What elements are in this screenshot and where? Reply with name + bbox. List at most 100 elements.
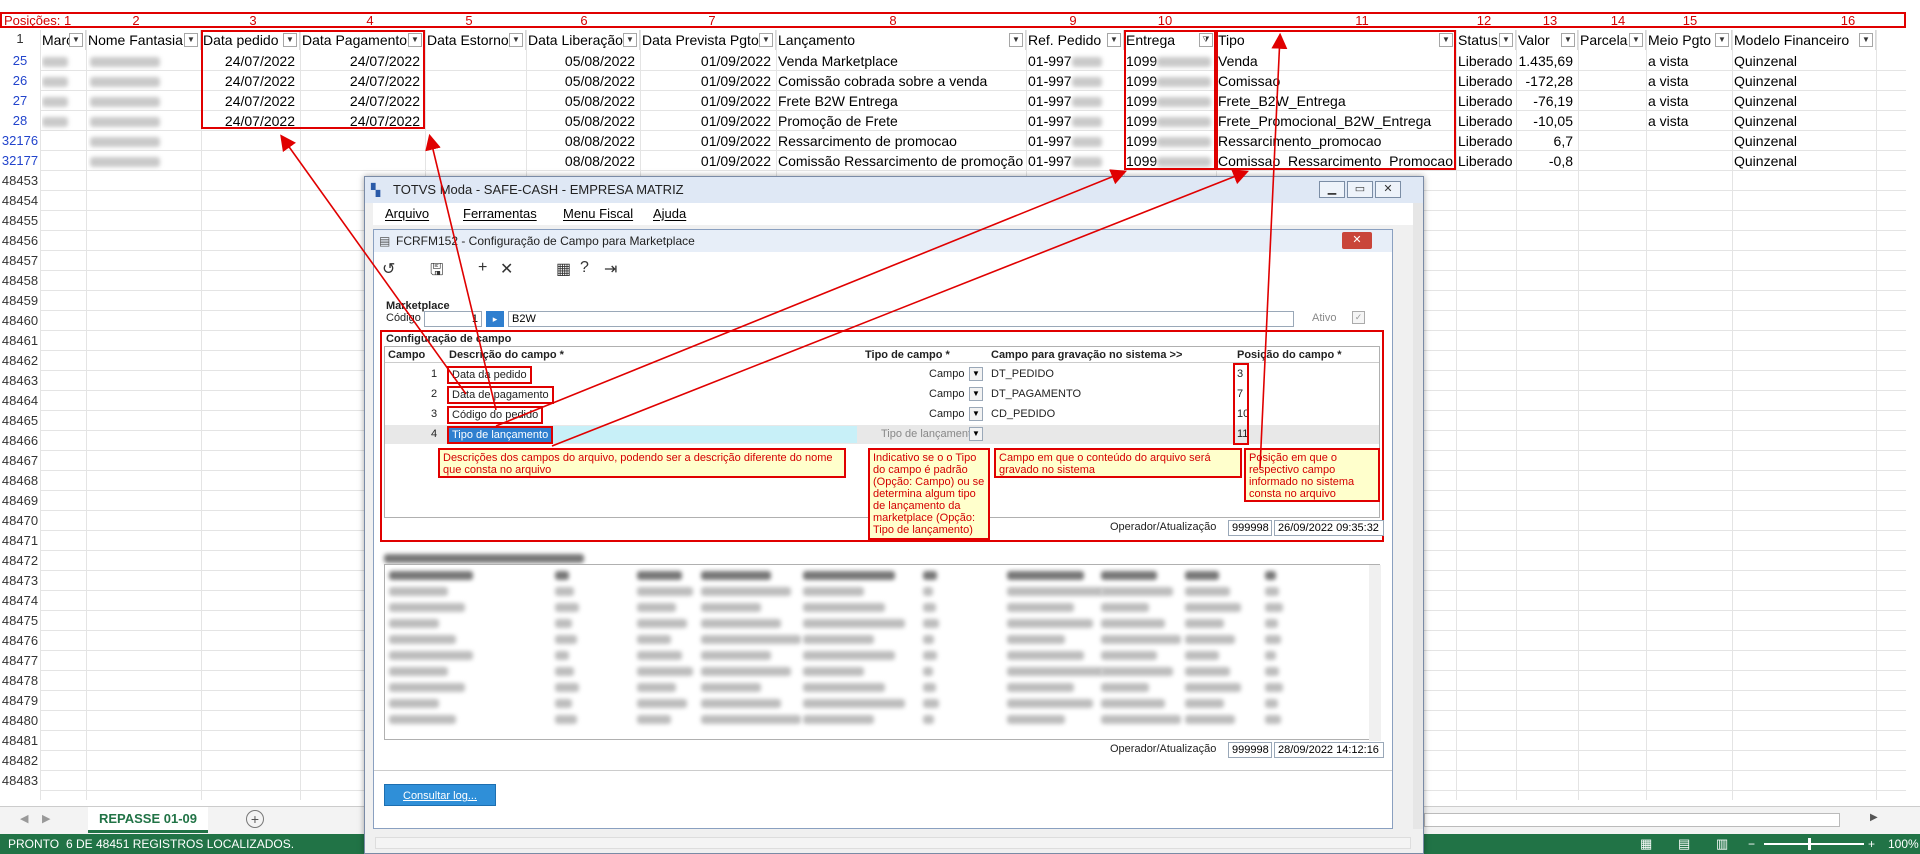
table-cell[interactable] (427, 91, 524, 111)
menu-arquivo[interactable]: Arquivo (385, 203, 429, 225)
filter-dropdown-icon[interactable]: ▼ (1561, 33, 1575, 47)
table-cell[interactable]: 05/08/2022 (528, 71, 638, 91)
lookup-button[interactable]: ▸ (486, 311, 504, 327)
minimize-button[interactable]: ▁ (1319, 181, 1345, 198)
filter-dropdown-icon[interactable]: ▼ (1009, 33, 1023, 47)
table-cell[interactable] (88, 131, 199, 151)
config-gravacao[interactable]: DT_PEDIDO (991, 368, 1054, 380)
table-cell[interactable]: 1.435,69 (1518, 51, 1576, 71)
normal-view-icon[interactable]: ▦ (1640, 834, 1652, 854)
undo-icon[interactable]: ↺ (382, 259, 395, 279)
filter-dropdown-icon[interactable]: ▼ (69, 33, 83, 47)
add-icon[interactable]: + (478, 259, 487, 277)
filter-dropdown-icon[interactable]: ▼ (623, 33, 637, 47)
config-descricao[interactable]: Código do pedido (447, 406, 544, 424)
table-cell[interactable]: Frete B2W Entrega (778, 91, 1024, 111)
table-cell[interactable] (203, 151, 298, 171)
table-cell[interactable]: Liberado (1458, 111, 1514, 131)
table-cell[interactable] (427, 151, 524, 171)
table-cell[interactable] (302, 131, 423, 151)
save-icon[interactable]: 🖫 (430, 259, 444, 286)
menu-ajuda[interactable]: Ajuda (653, 203, 686, 225)
table-cell[interactable] (42, 151, 84, 171)
table-cell[interactable]: Comissão Ressarcimento de promoção (778, 151, 1024, 171)
config-tipo[interactable]: Campo (929, 388, 964, 400)
scroll-right-icon[interactable]: ▶ (1870, 812, 1878, 823)
table-cell[interactable]: Quinzenal (1734, 151, 1874, 171)
table-cell[interactable]: -0,8 (1518, 151, 1576, 171)
zoom-slider[interactable] (1764, 843, 1864, 845)
table-cell[interactable] (1648, 151, 1730, 171)
tipo-dropdown-icon[interactable]: ▼ (969, 427, 983, 441)
table-cell[interactable]: Venda Marketplace (778, 51, 1024, 71)
table-cell[interactable]: 05/08/2022 (528, 51, 638, 71)
table-cell[interactable] (427, 131, 524, 151)
table-cell[interactable] (88, 91, 199, 111)
window-vertical-scrollbar[interactable] (1413, 203, 1423, 829)
page-layout-icon[interactable]: ▤ (1678, 834, 1690, 854)
filter-dropdown-icon[interactable]: ▼ (184, 33, 198, 47)
add-sheet-icon[interactable]: + (246, 810, 264, 828)
table-cell[interactable] (42, 111, 84, 131)
tab-scroll-left-icon[interactable]: ◀ (20, 812, 28, 825)
consultar-log-button[interactable]: Consultar log... (384, 784, 496, 806)
table-cell[interactable]: 01-997 (1028, 91, 1122, 111)
config-row[interactable]: 1 Data da pedido Campo ▼ DT_PEDIDO 3 (385, 365, 1379, 384)
table-cell[interactable] (427, 71, 524, 91)
table-cell[interactable] (427, 111, 524, 131)
config-tipo[interactable]: Tipo de lançamento (881, 428, 977, 440)
table-cell[interactable]: Quinzenal (1734, 131, 1874, 151)
menu-ferramentas[interactable]: Ferramentas (463, 203, 537, 225)
config-descricao[interactable]: Data da pedido (447, 366, 532, 384)
table-cell[interactable] (1648, 131, 1730, 151)
table-cell[interactable]: Liberado (1458, 151, 1514, 171)
table-cell[interactable]: 01-997 (1028, 51, 1122, 71)
table-cell[interactable]: Promoção de Frete (778, 111, 1024, 131)
ativo-checkbox[interactable]: ✓ (1352, 311, 1365, 324)
table-cell[interactable]: Liberado (1458, 51, 1514, 71)
table-cell[interactable] (302, 151, 423, 171)
config-row[interactable]: 3 Código do pedido Campo ▼ CD_PEDIDO 10 (385, 405, 1379, 424)
blurred-grid-scrollbar[interactable] (1369, 565, 1381, 741)
table-cell[interactable] (42, 51, 84, 71)
table-cell[interactable] (1580, 111, 1644, 131)
horizontal-scrollbar[interactable] (1424, 813, 1840, 827)
codigo-input[interactable]: 1 (424, 311, 482, 327)
table-cell[interactable]: 01/09/2022 (642, 111, 774, 131)
table-cell[interactable]: 01-997 (1028, 151, 1122, 171)
filter-dropdown-icon[interactable]: ▼ (509, 33, 523, 47)
table-cell[interactable]: Quinzenal (1734, 71, 1874, 91)
config-row[interactable]: 4 Tipo de lançamento Tipo de lançamento ▼ 11 (385, 425, 1379, 444)
dialog-close-button[interactable]: ✕ (1342, 232, 1372, 249)
table-cell[interactable]: Quinzenal (1734, 91, 1874, 111)
maximize-button[interactable]: ▭ (1347, 181, 1373, 198)
config-descricao[interactable]: Data de pagamento (447, 386, 554, 404)
table-cell[interactable]: Quinzenal (1734, 111, 1874, 131)
zoom-slider-thumb[interactable] (1808, 838, 1811, 850)
table-cell[interactable]: 01/09/2022 (642, 91, 774, 111)
table-cell[interactable]: 05/08/2022 (528, 91, 638, 111)
table-cell[interactable] (1580, 91, 1644, 111)
table-cell[interactable]: Ressarcimento de promocao (778, 131, 1024, 151)
table-cell[interactable]: 01-997 (1028, 131, 1122, 151)
config-gravacao[interactable]: CD_PEDIDO (991, 408, 1055, 420)
table-cell[interactable] (1580, 51, 1644, 71)
table-cell[interactable] (42, 91, 84, 111)
window-horizontal-scrollbar[interactable] (375, 837, 1411, 849)
menu-fiscal[interactable]: Menu Fiscal (563, 203, 633, 225)
filter-dropdown-icon[interactable]: ▼ (1629, 33, 1643, 47)
tipo-dropdown-icon[interactable]: ▼ (969, 367, 983, 381)
config-tipo[interactable]: Campo (929, 408, 964, 420)
table-cell[interactable]: Liberado (1458, 131, 1514, 151)
table-cell[interactable]: Liberado (1458, 91, 1514, 111)
table-cell[interactable]: 08/08/2022 (528, 151, 638, 171)
config-tipo[interactable]: Campo (929, 368, 964, 380)
zoom-in-icon[interactable]: + (1868, 834, 1875, 854)
table-cell[interactable]: 01/09/2022 (642, 151, 774, 171)
table-cell[interactable]: a vista (1648, 51, 1730, 71)
table-cell[interactable] (88, 71, 199, 91)
table-cell[interactable]: 01/09/2022 (642, 71, 774, 91)
filter-dropdown-icon[interactable]: ▼ (1715, 33, 1729, 47)
exit-icon[interactable]: ⇥ (604, 259, 617, 279)
table-cell[interactable]: -172,28 (1518, 71, 1576, 91)
